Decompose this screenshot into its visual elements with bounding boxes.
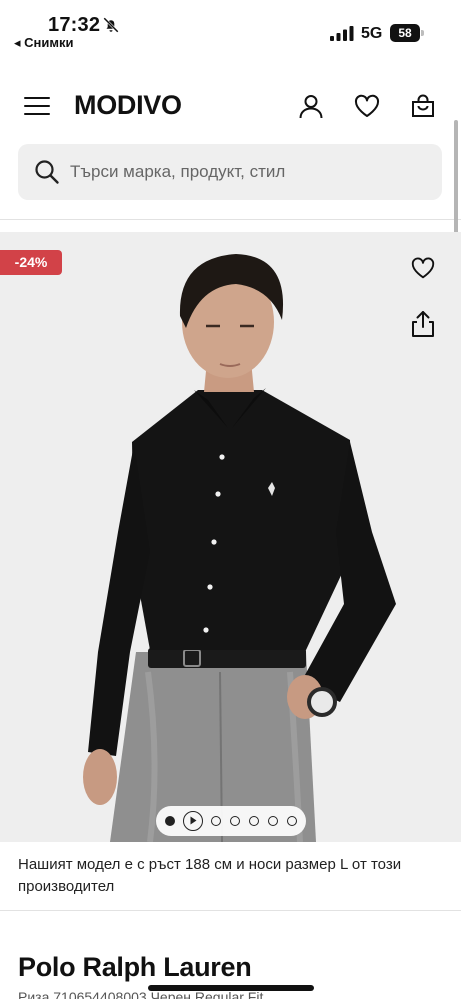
search-input[interactable] — [70, 144, 430, 200]
wishlist-heart-icon[interactable] — [353, 92, 381, 120]
product-image[interactable] — [0, 232, 461, 842]
status-bar: 17:32 ◂ Снимки 5G 58 — [0, 0, 461, 56]
back-to-app-link[interactable]: ◂ Снимки — [14, 35, 73, 51]
model-photo — [83, 254, 396, 842]
shopping-bag-icon[interactable] — [409, 92, 437, 120]
gallery-dot[interactable] — [249, 816, 259, 826]
gallery-dot[interactable] — [268, 816, 278, 826]
account-icon[interactable] — [297, 92, 325, 120]
share-icon[interactable] — [410, 310, 436, 338]
search-icon — [35, 160, 59, 184]
search-bar[interactable] — [18, 144, 442, 200]
cellular-signal-icon — [330, 26, 354, 41]
menu-icon[interactable] — [24, 96, 50, 116]
gallery-dot[interactable] — [211, 816, 221, 826]
bell-slash-icon — [103, 17, 119, 33]
header-divider — [0, 219, 461, 220]
site-logo[interactable]: MODIVO — [74, 90, 182, 121]
site-header: MODIVO — [0, 80, 461, 136]
discount-badge: -24% — [0, 250, 62, 275]
clock: 17:32 — [48, 14, 101, 36]
caption-divider — [0, 910, 461, 911]
product-brand[interactable]: Polo Ralph Lauren — [18, 952, 252, 983]
battery-level: 58 — [398, 26, 412, 40]
battery-icon: 58 — [390, 24, 424, 42]
play-video-icon[interactable] — [183, 811, 203, 831]
scrollbar[interactable] — [454, 120, 458, 248]
add-to-wishlist-heart-icon[interactable] — [410, 255, 436, 281]
gallery-pagination — [156, 806, 306, 836]
model-size-caption: Нашият модел е с ръст 188 см и носи разм… — [18, 856, 402, 895]
network-type: 5G — [361, 25, 383, 42]
gallery-dot[interactable] — [230, 816, 240, 826]
home-indicator — [148, 985, 314, 991]
gallery-dot[interactable] — [165, 816, 175, 826]
play-icon — [190, 816, 197, 825]
gallery-dot[interactable] — [287, 816, 297, 826]
